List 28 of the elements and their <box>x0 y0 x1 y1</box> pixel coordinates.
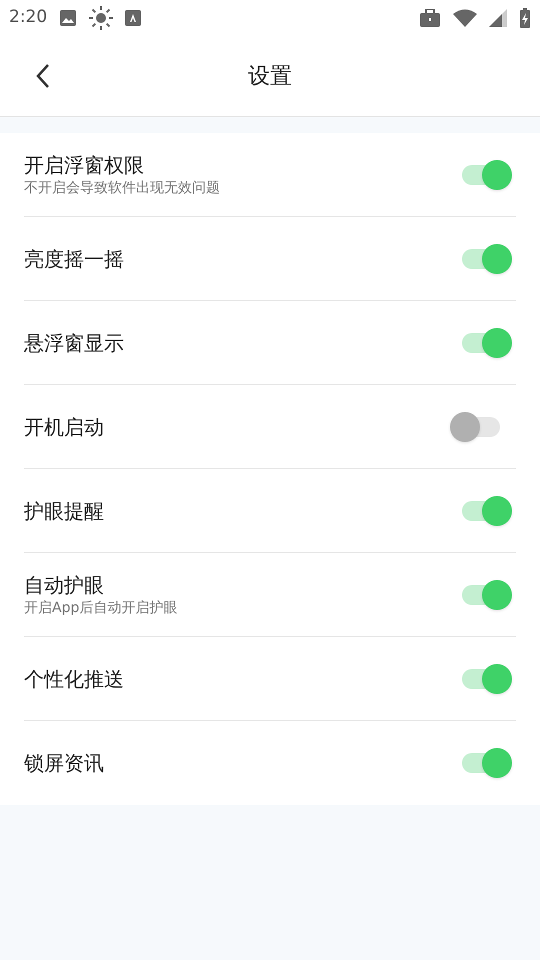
setting-label: 自动护眼 <box>24 572 105 598</box>
setting-label: 悬浮窗显示 <box>24 330 125 356</box>
toggle-switch[interactable] <box>460 747 512 779</box>
toggle-switch[interactable] <box>460 494 512 526</box>
image-icon <box>59 9 78 27</box>
setting-label: 个性化推送 <box>24 666 125 692</box>
text-icon <box>125 10 142 26</box>
setting-description: 不开启会导致软件出现无效问题 <box>24 178 221 198</box>
back-icon <box>36 63 50 89</box>
battery-icon <box>519 8 531 28</box>
signal-icon <box>489 9 507 27</box>
toggle-switch[interactable] <box>460 158 512 190</box>
brightness-icon <box>89 6 114 30</box>
setting-label: 护眼提醒 <box>24 498 105 524</box>
toggle-switch[interactable] <box>450 410 502 442</box>
wifi-icon <box>453 9 477 27</box>
briefcase-icon <box>419 9 441 27</box>
toggle-switch[interactable] <box>460 578 512 610</box>
status-time: 2:20 <box>9 6 48 30</box>
setting-label: 锁屏资讯 <box>24 750 105 776</box>
toggle-switch[interactable] <box>460 662 512 694</box>
toggle-switch[interactable] <box>460 242 512 274</box>
toggle-switch[interactable] <box>460 326 512 358</box>
setting-label: 开机启动 <box>24 414 105 440</box>
page-title: 设置 <box>248 62 292 90</box>
setting-label: 亮度摇一摇 <box>24 246 125 272</box>
setting-description: 开启App后自动开启护眼 <box>24 598 178 618</box>
setting-label: 开启浮窗权限 <box>24 152 145 178</box>
